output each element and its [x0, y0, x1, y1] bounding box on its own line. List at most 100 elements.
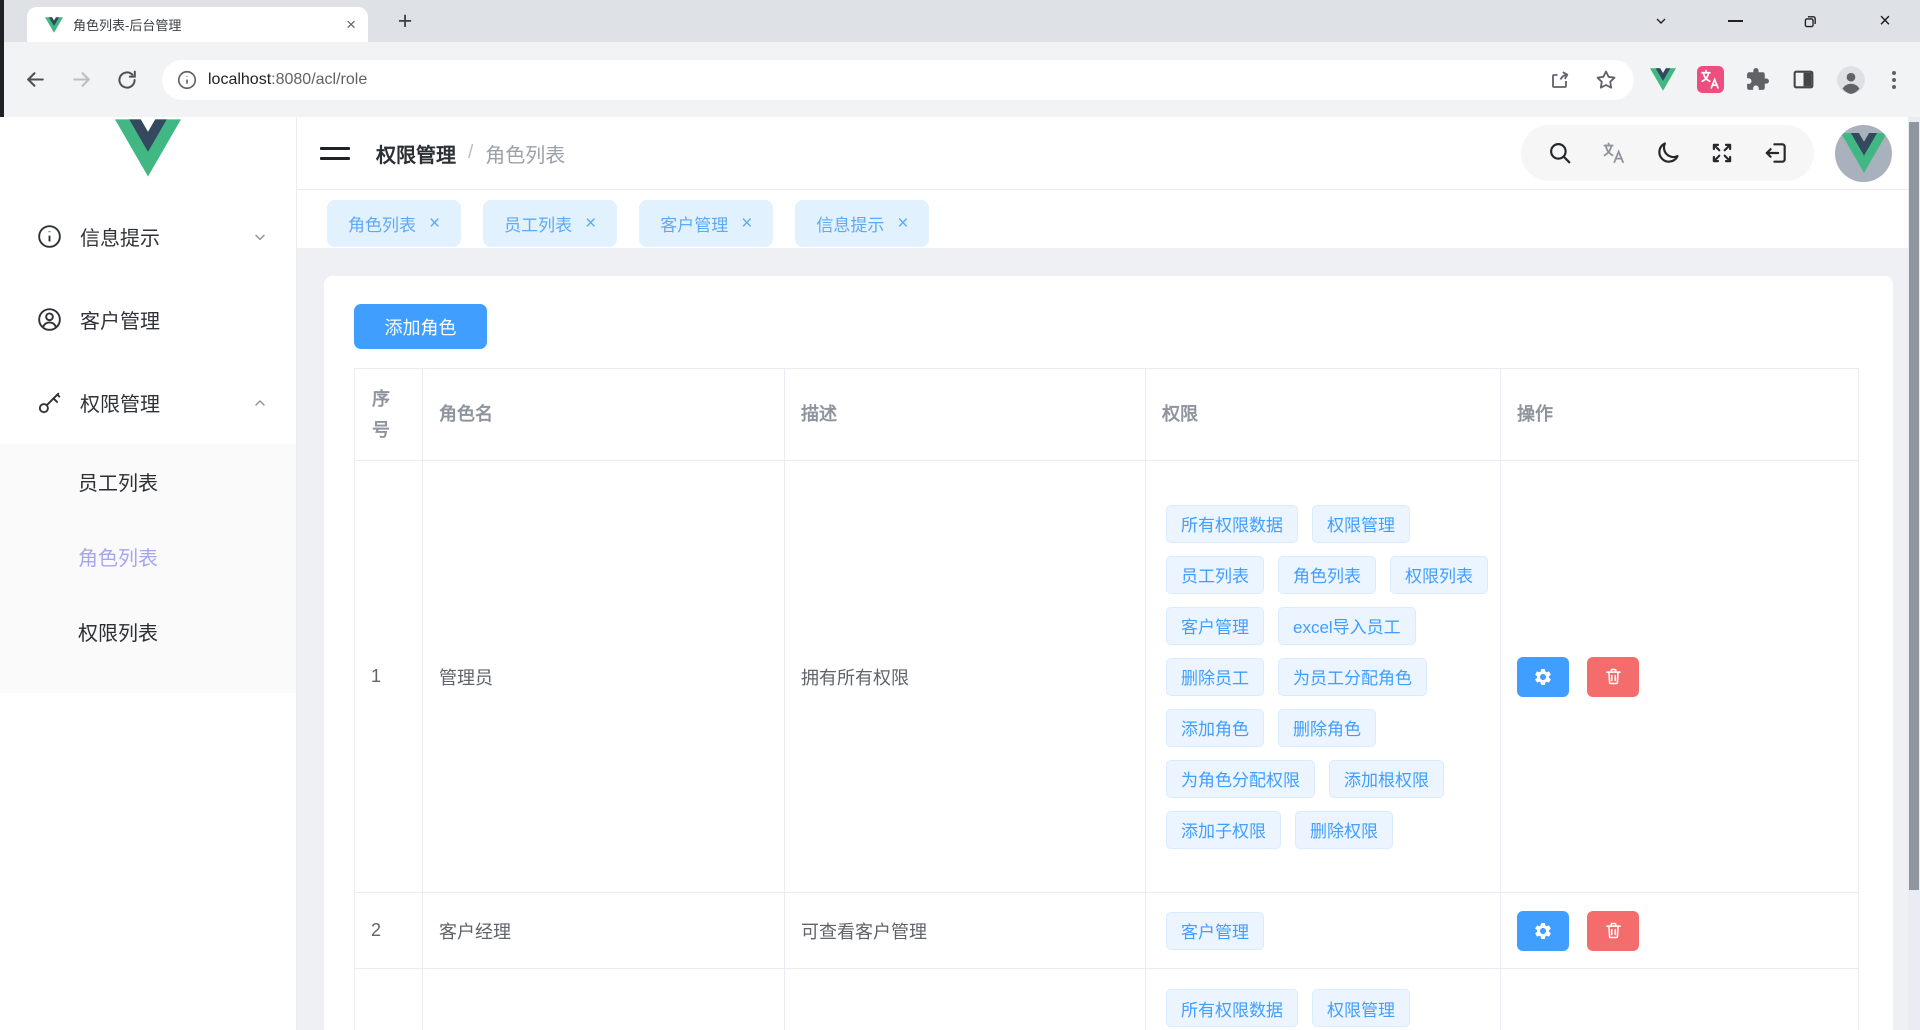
dark-mode-moon-icon[interactable]: [1654, 140, 1681, 167]
chevron-up-icon: [252, 395, 268, 411]
route-tab-customer[interactable]: 客户管理 ×: [639, 200, 773, 247]
browser-tab-strip: 角色列表-后台管理 × + ×: [0, 0, 1920, 42]
gear-icon: [1533, 921, 1553, 941]
sidebar-item-info[interactable]: 信息提示: [0, 195, 296, 278]
app-header: 权限管理 / 角色列表: [297, 117, 1920, 190]
cell-role-name: 客户经理: [423, 893, 785, 969]
translate-extension-icon[interactable]: [1697, 66, 1724, 93]
tab-close-icon[interactable]: ×: [346, 16, 356, 33]
main-area: 权限管理 / 角色列表: [297, 117, 1920, 1030]
vue-favicon-icon: [45, 17, 63, 33]
app-root: 信息提示 客户管理 权限管理 员工列表 角色列表 权限列表: [0, 117, 1920, 1030]
sidebar-item-employee-list[interactable]: 员工列表: [0, 444, 296, 519]
cell-permissions: 所有权限数据权限管理: [1146, 969, 1501, 1030]
reload-icon[interactable]: [104, 57, 150, 103]
header-actions: [1521, 125, 1892, 182]
sidebar-item-label: 信息提示: [80, 222, 160, 251]
route-tab-role-list[interactable]: 角色列表 ×: [327, 200, 461, 247]
vue-devtools-extension-icon[interactable]: [1650, 68, 1676, 91]
back-icon[interactable]: [12, 57, 58, 103]
chevron-down-icon: [252, 229, 268, 245]
header-action-pill: [1521, 125, 1814, 181]
extensions-puzzle-icon[interactable]: [1745, 67, 1770, 92]
assign-permission-button[interactable]: [1517, 657, 1569, 697]
tab-close-icon[interactable]: ×: [585, 213, 596, 235]
browser-menu-icon[interactable]: [1886, 71, 1902, 89]
tab-close-icon[interactable]: ×: [429, 213, 440, 235]
cell-operations: [1501, 893, 1859, 969]
new-tab-button[interactable]: +: [388, 4, 422, 38]
permission-tag: 为员工分配角色: [1278, 658, 1427, 696]
sidebar-item-role-list[interactable]: 角色列表: [0, 519, 296, 594]
browser-tab[interactable]: 角色列表-后台管理 ×: [27, 7, 368, 42]
side-panel-icon[interactable]: [1791, 67, 1816, 92]
permission-tag: excel导入员工: [1278, 607, 1416, 645]
window-edge: [0, 0, 4, 117]
sidebar-item-label: 客户管理: [80, 305, 160, 334]
table-row: 所有权限数据权限管理: [355, 969, 1859, 1030]
cell-description: [785, 969, 1146, 1030]
sidebar-item-permission-list[interactable]: 权限列表: [0, 594, 296, 669]
page-scrollbar[interactable]: [1908, 117, 1920, 1030]
cell-index: 1: [355, 461, 423, 893]
content-area: 添加角色 序号 角色名 描述 权限 操作 1 管理员 拥有所有权限: [297, 248, 1920, 1030]
route-tab-employee-list[interactable]: 员工列表 ×: [483, 200, 617, 247]
add-role-button[interactable]: 添加角色: [354, 304, 487, 349]
search-icon[interactable]: [1546, 140, 1573, 167]
profile-avatar-icon[interactable]: [1837, 66, 1865, 94]
site-info-icon[interactable]: [176, 69, 198, 91]
table-row: 1 管理员 拥有所有权限 所有权限数据权限管理员工列表角色列表权限列表客户管理e…: [355, 461, 1859, 893]
url-bar[interactable]: localhost:8080/acl/role: [162, 60, 1634, 100]
translate-icon[interactable]: [1600, 140, 1627, 167]
delete-role-button[interactable]: [1587, 657, 1639, 697]
tab-close-icon[interactable]: ×: [741, 213, 752, 235]
collapse-menu-icon[interactable]: [320, 142, 350, 164]
fullscreen-icon[interactable]: [1708, 140, 1735, 167]
tab-close-icon[interactable]: ×: [897, 213, 908, 235]
permission-tag: 添加子权限: [1166, 811, 1281, 849]
route-tab-bar: 角色列表 × 员工列表 × 客户管理 × 信息提示 ×: [297, 190, 1920, 248]
breadcrumb-section: 权限管理: [376, 139, 456, 168]
close-button[interactable]: ×: [1870, 6, 1900, 36]
permission-tag: 角色列表: [1278, 556, 1376, 594]
sidebar-submenu: 员工列表 角色列表 权限列表: [0, 444, 296, 693]
route-tab-info[interactable]: 信息提示 ×: [795, 200, 929, 247]
user-avatar[interactable]: [1835, 125, 1892, 182]
delete-role-button[interactable]: [1587, 911, 1639, 951]
share-icon[interactable]: [1548, 68, 1572, 92]
cell-description: 可查看客户管理: [785, 893, 1146, 969]
sidebar-item-permission[interactable]: 权限管理: [0, 361, 296, 444]
tab-search-chevron-icon[interactable]: [1646, 6, 1676, 36]
permission-tag: 权限管理: [1312, 989, 1410, 1027]
sidebar-item-label: 权限管理: [80, 388, 160, 417]
app-logo: [0, 117, 296, 195]
column-header-operations: 操作: [1501, 369, 1859, 461]
cell-role-name: 管理员: [423, 461, 785, 893]
logout-icon[interactable]: [1762, 140, 1789, 167]
permission-tag: 删除角色: [1278, 709, 1376, 747]
assign-permission-button[interactable]: [1517, 911, 1569, 951]
forward-icon[interactable]: [58, 57, 104, 103]
window-controls: ×: [1634, 0, 1912, 42]
route-tab-label: 角色列表: [348, 211, 416, 236]
browser-toolbar: localhost:8080/acl/role: [0, 42, 1920, 117]
permission-tag: 添加角色: [1166, 709, 1264, 747]
browser-tab-title: 角色列表-后台管理: [73, 15, 346, 34]
permission-tag: 所有权限数据: [1166, 989, 1298, 1027]
minimize-button[interactable]: [1721, 6, 1751, 36]
restore-button[interactable]: [1795, 6, 1825, 36]
table-row: 2 客户经理 可查看客户管理 客户管理: [355, 893, 1859, 969]
cell-role-name: [423, 969, 785, 1030]
trash-icon: [1603, 666, 1624, 687]
sidebar-item-customer[interactable]: 客户管理: [0, 278, 296, 361]
permission-tag: 权限列表: [1390, 556, 1488, 594]
key-icon: [36, 389, 63, 416]
vue-logo-icon: [115, 119, 181, 177]
roles-table: 序号 角色名 描述 权限 操作 1 管理员 拥有所有权限 所有权限数据权限管理员…: [354, 368, 1859, 1030]
permission-tag: 添加根权限: [1329, 760, 1444, 798]
bookmark-star-icon[interactable]: [1594, 68, 1618, 92]
permission-tag: 权限管理: [1312, 505, 1410, 543]
scrollbar-thumb[interactable]: [1909, 122, 1919, 890]
permission-tag: 删除员工: [1166, 658, 1264, 696]
url-path: :8080/acl/role: [271, 71, 367, 88]
